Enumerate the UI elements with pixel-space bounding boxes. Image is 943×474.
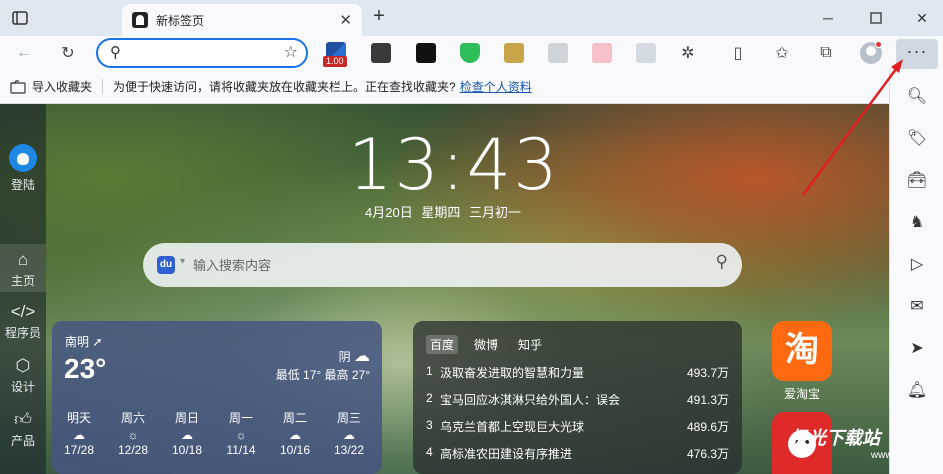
tab-baidu[interactable]: 百度: [426, 335, 459, 354]
weather-temp: 23°: [64, 353, 107, 384]
gift-extension-icon[interactable]: [592, 43, 612, 63]
forecast-day: 明天 ☁ 17/28: [57, 409, 101, 457]
login-avatar-icon: [9, 144, 37, 172]
cube-icon: ⬡: [15, 356, 31, 375]
import-favorites-button[interactable]: 导入收藏夹: [10, 78, 92, 95]
tab-new-tab[interactable]: 新标签页 ✕: [122, 4, 362, 36]
rail-item-programmer[interactable]: </> 程序员: [0, 302, 46, 341]
login-button[interactable]: 登陆: [0, 144, 46, 193]
app-taobao[interactable]: 淘 爱淘宝: [772, 321, 832, 402]
tab-favicon-icon: [132, 12, 148, 28]
weather-range: 最低 17° 最高 27°: [275, 368, 370, 382]
rail-label-design: 设计: [10, 380, 35, 394]
tab-weibo[interactable]: 微博: [470, 335, 502, 354]
app-label-taobao: 爱淘宝: [783, 387, 820, 401]
games-icon[interactable]: ♞: [905, 210, 929, 234]
weather-cloud-rain-icon: ☁: [73, 428, 85, 442]
extensions-puzzle-icon[interactable]: ✲: [676, 41, 700, 65]
weather-condition: 阴 ☁: [338, 348, 370, 365]
forecast-day: 周三 ☁ 13/22: [327, 409, 371, 457]
rail-item-product[interactable]: 👍︎ 产品: [0, 410, 46, 449]
news-tabs: 百度 微博 知乎: [426, 335, 558, 354]
search-box[interactable]: du ▾ ⚲: [143, 243, 742, 287]
weather-card[interactable]: 南明 ➚ 23° 阴 ☁ 最低 17° 最高 27° 明天 ☁ 17/28 周六 ☼ 1…: [52, 321, 382, 474]
play-icon[interactable]: ▷: [905, 252, 929, 276]
tab-zhihu[interactable]: 知乎: [514, 335, 546, 354]
weather-cloud-icon: ☁: [343, 428, 355, 442]
address-bar[interactable]: ⚲ ☆: [96, 38, 308, 68]
weather-cloud-icon: ☁: [289, 428, 301, 442]
weather-sun-cloud-icon: ☼: [235, 428, 247, 442]
import-folder-icon: [10, 79, 26, 94]
forecast-day: 周一 ☼ 11/14: [219, 409, 263, 457]
tab-strip: 新标签页 ✕ + ─ ✕: [0, 0, 943, 36]
minimize-button[interactable]: ─: [816, 6, 840, 30]
annotation-arrow: [801, 59, 903, 196]
home-icon: ⌂: [17, 250, 29, 269]
address-input[interactable]: [130, 44, 270, 62]
check-profile-link[interactable]: 检查个人资料: [460, 78, 532, 95]
image-extension-icon[interactable]: [504, 43, 524, 63]
extension-badge: 1.00: [323, 56, 347, 67]
baidu-engine-icon[interactable]: du: [157, 256, 175, 274]
profile-alert-dot: [875, 41, 882, 48]
thumb-up-icon: 👍︎: [14, 410, 32, 429]
tab-actions-icon[interactable]: [8, 6, 32, 30]
news-item[interactable]: 4 高标准农田建设有序推进 476.3万: [426, 445, 729, 462]
send-icon[interactable]: ➤: [905, 336, 929, 360]
favorites-icon[interactable]: ✩: [770, 41, 794, 65]
engine-dropdown-icon[interactable]: ▾: [180, 256, 185, 267]
rail-label-home: 主页: [10, 274, 35, 288]
split-screen-icon[interactable]: ▯: [726, 41, 750, 65]
news-item[interactable]: 2 宝马回应冰淇淋只给外国人：误会 491.3万: [426, 391, 729, 408]
tab-close-icon[interactable]: ✕: [339, 11, 352, 29]
clock-time: 13:43: [348, 124, 560, 206]
picture-extension-icon[interactable]: [636, 43, 656, 63]
new-tab-button[interactable]: +: [368, 6, 390, 28]
taobao-logo-icon: 淘: [772, 321, 832, 381]
weather-cloud-icon: ☁: [181, 428, 193, 442]
weather-sun-cloud-icon: ☼: [127, 428, 139, 442]
favbar-divider: [102, 78, 104, 95]
clock-date: 4月20日 星期四 三月初一: [365, 205, 521, 220]
extension-2-icon[interactable]: [371, 43, 391, 63]
favbar-hint: 为便于快速访问，请将收藏夹放在收藏夹栏上。正在查找收藏夹?: [113, 80, 456, 94]
location-arrow-icon: ➚: [92, 335, 103, 349]
hot-news-card: 百度 微博 知乎 1 汲取奋发进取的智慧和力量 493.7万 2 宝马回应冰淇淋只给外…: [413, 321, 742, 474]
import-favorites-label: 导入收藏夹: [32, 80, 93, 94]
refresh-icon[interactable]: ↻: [56, 41, 80, 65]
rail-item-home[interactable]: ⌂ 主页: [0, 244, 46, 292]
search-input[interactable]: [193, 255, 673, 275]
watermark-logo: 极光下载站 www.xz7.com: [790, 428, 932, 461]
login-label: 登陆: [10, 178, 35, 192]
tab-title: 新标签页: [156, 13, 205, 28]
close-window-button[interactable]: ✕: [910, 6, 934, 30]
maximize-button[interactable]: [864, 6, 888, 30]
cloud-icon: ☁: [354, 348, 370, 365]
extension-3-icon[interactable]: [416, 43, 436, 63]
back-icon[interactable]: ←: [12, 41, 36, 65]
document-extension-icon[interactable]: [548, 43, 568, 63]
left-rail: 登陆 ⌂ 主页 </> 程序员 ⬡ 设计 👍︎ 产品: [0, 104, 46, 474]
forecast-day: 周六 ☼ 12/28: [111, 409, 155, 457]
bell-icon[interactable]: 🔔︎: [905, 378, 929, 402]
search-icon: ⚲: [110, 44, 121, 61]
shield-extension-icon[interactable]: [460, 43, 480, 63]
code-icon: </>: [10, 302, 36, 321]
search-submit-icon[interactable]: ⚲: [716, 252, 728, 272]
news-item[interactable]: 1 汲取奋发进取的智慧和力量 493.7万: [426, 364, 729, 381]
rail-label-programmer: 程序员: [4, 326, 41, 340]
forecast-day: 周日 ☁ 10/18: [165, 409, 209, 457]
rail-item-design[interactable]: ⬡ 设计: [0, 356, 46, 395]
weather-city: 南明 ➚: [65, 335, 103, 349]
news-item[interactable]: 3 乌克兰首都上空现巨大光球 489.6万: [426, 418, 729, 435]
outlook-icon[interactable]: ✉: [905, 294, 929, 318]
forecast-day: 周二 ☁ 10/16: [273, 409, 317, 457]
rail-label-product: 产品: [10, 434, 35, 448]
add-favorite-icon[interactable]: ☆: [284, 42, 298, 62]
